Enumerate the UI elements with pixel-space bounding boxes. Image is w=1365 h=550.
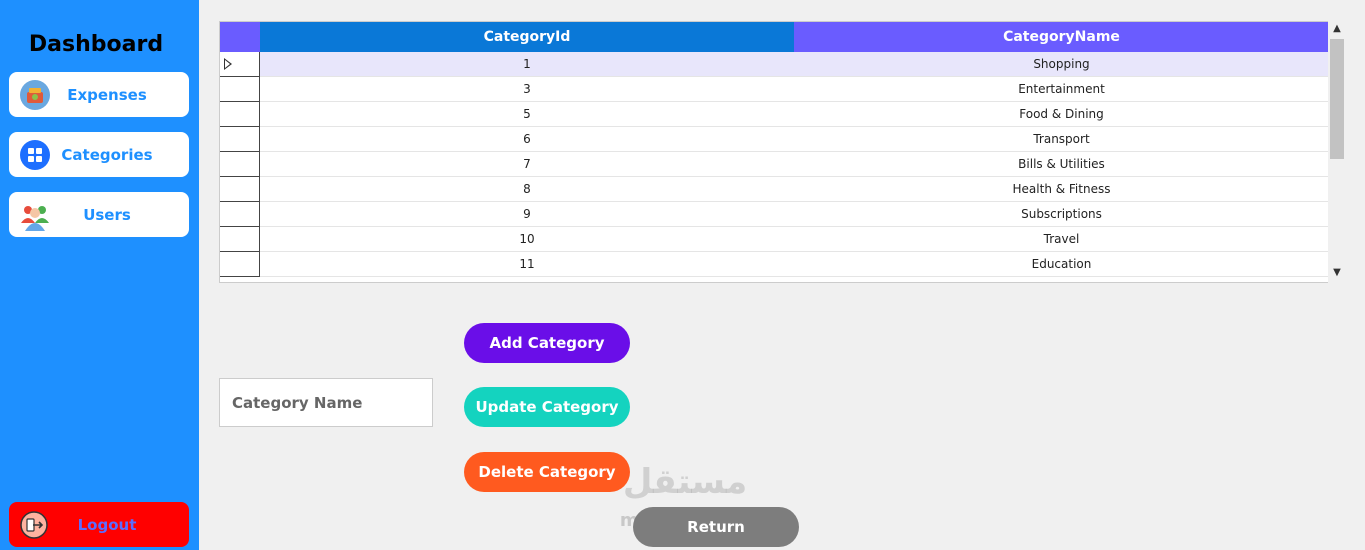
logout-label: Logout xyxy=(77,516,137,534)
logout-button[interactable]: Logout xyxy=(9,502,189,547)
grid-corner-header[interactable] xyxy=(220,22,260,52)
cell-category-id[interactable]: 7 xyxy=(260,152,794,176)
table-row[interactable]: 11 Education xyxy=(220,252,1329,277)
cell-category-name[interactable]: Travel xyxy=(794,227,1329,251)
cell-category-id[interactable]: 1 xyxy=(260,52,794,76)
cell-category-name[interactable]: Subscriptions xyxy=(794,202,1329,226)
table-row[interactable]: 10 Travel xyxy=(220,227,1329,252)
table-row[interactable]: 6 Transport xyxy=(220,127,1329,152)
scroll-up-icon[interactable]: ▲ xyxy=(1328,23,1346,37)
row-selector-arrow-icon xyxy=(224,58,232,70)
cell-category-name[interactable]: Entertainment xyxy=(794,77,1329,101)
row-header[interactable] xyxy=(220,102,260,127)
row-header[interactable] xyxy=(220,152,260,177)
row-header[interactable] xyxy=(220,77,260,102)
cell-category-id[interactable]: 6 xyxy=(260,127,794,151)
table-row[interactable]: 9 Subscriptions xyxy=(220,202,1329,227)
row-header[interactable] xyxy=(220,127,260,152)
sidebar-item-label: Categories xyxy=(61,145,153,164)
cell-category-name[interactable]: Shopping xyxy=(794,52,1329,76)
sidebar: Dashboard Expenses Categories Users Logo… xyxy=(0,0,199,550)
category-name-input[interactable]: Category Name xyxy=(219,378,433,427)
add-category-button[interactable]: Add Category xyxy=(464,323,630,363)
cell-category-id[interactable]: 10 xyxy=(260,227,794,251)
table-row[interactable]: 7 Bills & Utilities xyxy=(220,152,1329,177)
cell-category-name[interactable]: Bills & Utilities xyxy=(794,152,1329,176)
watermark-arabic: مستقل xyxy=(622,462,748,502)
column-header-category-name[interactable]: CategoryName xyxy=(794,22,1329,52)
grid-header: CategoryId CategoryName xyxy=(220,22,1329,52)
row-header[interactable] xyxy=(220,52,260,77)
row-header[interactable] xyxy=(220,227,260,252)
cell-category-name[interactable]: Transport xyxy=(794,127,1329,151)
row-header[interactable] xyxy=(220,177,260,202)
cell-category-id[interactable]: 11 xyxy=(260,252,794,276)
column-header-category-id[interactable]: CategoryId xyxy=(260,22,794,52)
sidebar-item-label: Expenses xyxy=(67,85,147,104)
sidebar-title: Dashboard xyxy=(28,32,164,57)
row-header[interactable] xyxy=(220,252,260,277)
grid-body: 1 Shopping 3 Entertainment 5 Food & Dining 6 Tr… xyxy=(220,52,1329,277)
row-header[interactable] xyxy=(220,202,260,227)
cell-category-name[interactable]: Health & Fitness xyxy=(794,177,1329,201)
sidebar-item-label: Users xyxy=(83,205,131,224)
sidebar-item-expenses[interactable]: Expenses xyxy=(9,72,189,117)
scroll-thumb[interactable] xyxy=(1330,39,1344,159)
return-button[interactable]: Return xyxy=(633,507,799,547)
cell-category-id[interactable]: 3 xyxy=(260,77,794,101)
sidebar-item-categories[interactable]: Categories xyxy=(9,132,189,177)
cell-category-name[interactable]: Food & Dining xyxy=(794,102,1329,126)
table-row[interactable]: 1 Shopping xyxy=(220,52,1329,77)
cell-category-id[interactable]: 9 xyxy=(260,202,794,226)
delete-category-button[interactable]: Delete Category xyxy=(464,452,630,492)
cell-category-name[interactable]: Education xyxy=(794,252,1329,276)
cell-category-id[interactable]: 5 xyxy=(260,102,794,126)
categories-grid[interactable]: CategoryId CategoryName 1 Shopping 3 Entert… xyxy=(219,21,1346,283)
table-row[interactable]: 5 Food & Dining xyxy=(220,102,1329,127)
grid-scrollbar[interactable]: ▲ ▼ xyxy=(1328,21,1346,283)
scroll-down-icon[interactable]: ▼ xyxy=(1328,267,1346,281)
table-row[interactable]: 3 Entertainment xyxy=(220,77,1329,102)
table-row[interactable]: 8 Health & Fitness xyxy=(220,177,1329,202)
update-category-button[interactable]: Update Category xyxy=(464,387,630,427)
sidebar-item-users[interactable]: Users xyxy=(9,192,189,237)
cell-category-id[interactable]: 8 xyxy=(260,177,794,201)
